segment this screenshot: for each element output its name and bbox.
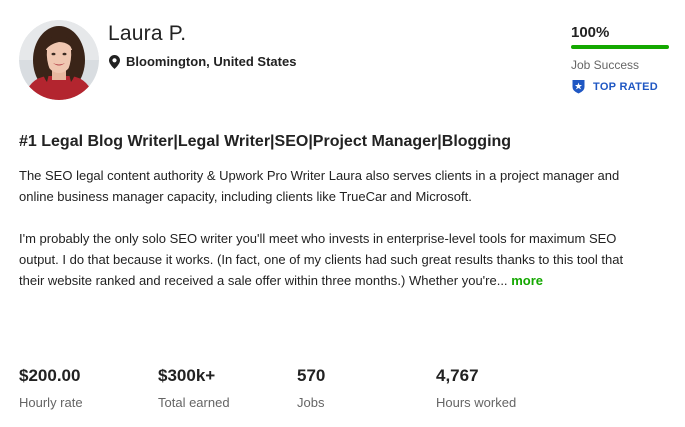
avatar[interactable] [19,20,99,100]
job-success-bar-fill [571,45,669,49]
profile-overview: The SEO legal content authority & Upwork… [19,165,649,291]
stat-total-earned: $300k+ Total earned [158,366,230,410]
profile-photo [19,20,99,100]
stats-row: $200.00 Hourly rate $300k+ Total earned … [19,366,669,416]
stat-label: Jobs [297,395,325,410]
top-rated-badge[interactable]: TOP RATED [571,79,658,94]
map-pin-icon [109,54,120,69]
more-link[interactable]: more [511,273,543,288]
location-text: Bloomington, United States [126,54,297,69]
job-success-block: 100% Job Success [571,24,669,72]
stat-label: Total earned [158,395,230,410]
stat-value: $200.00 [19,366,81,385]
top-rated-label: TOP RATED [593,80,659,93]
freelancer-name: Laura P. [108,22,187,45]
stat-value: 570 [297,366,326,385]
job-success-label: Job Success [571,58,640,72]
stat-value: $300k+ [158,366,216,385]
stat-label: Hours worked [436,395,517,410]
job-success-value: 100% [571,24,610,41]
stat-jobs: 570 Jobs [297,366,325,410]
stat-hourly-rate: $200.00 Hourly rate [19,366,83,410]
overview-paragraph: I'm probably the only solo SEO writer yo… [19,228,649,291]
stat-value: 4,767 [436,366,479,385]
job-success-bar [571,45,669,49]
stat-label: Hourly rate [19,395,83,410]
stat-hours-worked: 4,767 Hours worked [436,366,516,410]
top-rated-shield-icon [572,80,585,94]
profile-headline: #1 Legal Blog Writer|Legal Writer|SEO|Pr… [19,133,512,150]
overview-paragraph: The SEO legal content authority & Upwork… [19,168,620,204]
location: Bloomington, United States [109,54,296,69]
